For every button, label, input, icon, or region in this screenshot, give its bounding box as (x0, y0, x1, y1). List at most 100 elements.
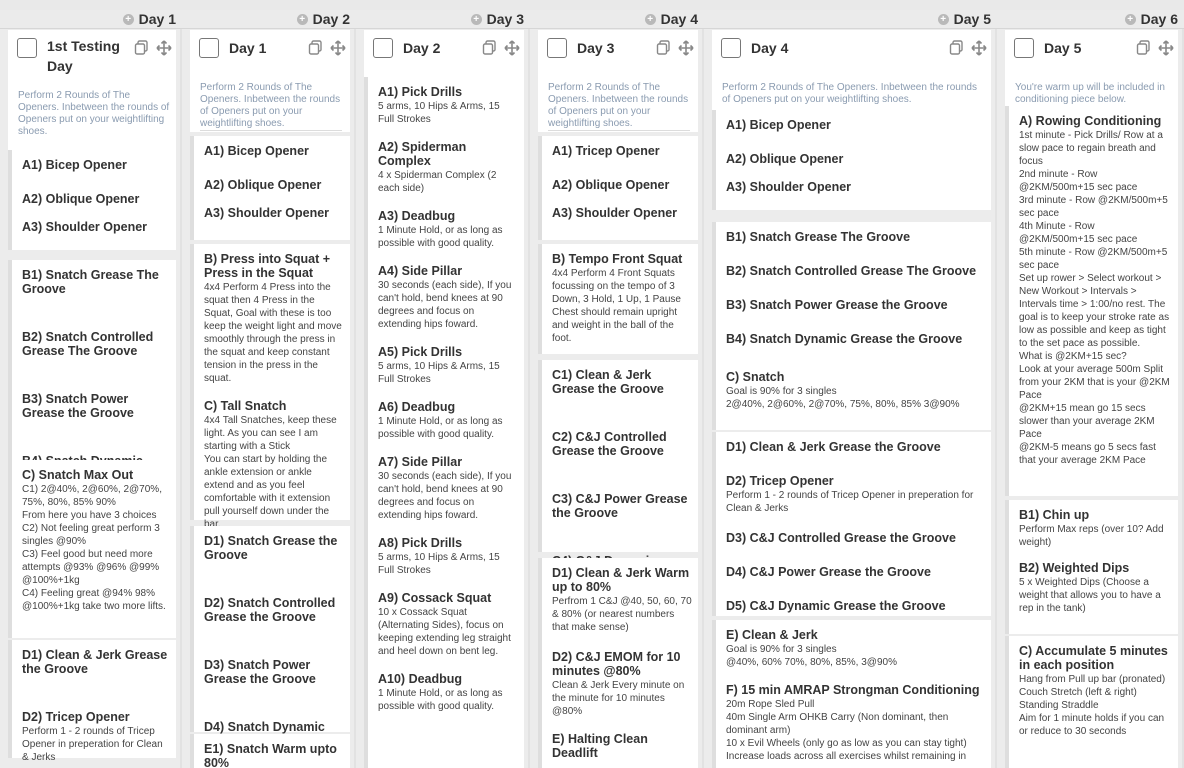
card-title: Day 2 (403, 40, 441, 56)
exercise-item[interactable]: B4) Snatch Dynamic Grease the Groove (726, 332, 985, 346)
exercise-section: E) Clean & Jerk Goal is 90% for 3 singles… (712, 620, 991, 768)
exercise-item[interactable]: A) Rowing Conditioning 1st minute - Pick … (1019, 114, 1172, 467)
exercise-item[interactable]: E) Halting Clean Deadlift (552, 732, 692, 760)
exercise-item[interactable]: D1) Clean & Jerk Grease the Groove (22, 648, 170, 676)
exercise-item[interactable]: A2) Oblique Opener (552, 178, 692, 192)
exercise-item[interactable]: A3) Shoulder Opener (22, 220, 170, 234)
move-icon[interactable] (330, 40, 346, 56)
exercise-item[interactable]: E) Clean & Jerk Goal is 90% for 3 singles… (726, 628, 985, 669)
exercise-item[interactable]: B2) Snatch Controlled Grease The Groove (22, 330, 170, 358)
copy-icon[interactable] (308, 40, 323, 56)
top-bar (0, 0, 1184, 10)
copy-icon[interactable] (656, 40, 671, 56)
exercise-item[interactable]: C1) Clean & Jerk Grease the Groove (552, 368, 692, 396)
plus-circle-icon[interactable]: + (470, 13, 482, 25)
exercise-item[interactable]: A2) Oblique Opener (204, 178, 344, 192)
exercise-details: Clean & Jerk Every minute on the minute … (552, 680, 685, 717)
exercise-name: D1) Snatch Grease the Groove (204, 534, 338, 562)
exercise-item[interactable]: C) Accumulate 5 minutes in each position… (1019, 644, 1172, 738)
move-icon[interactable] (1158, 40, 1174, 56)
exercise-item[interactable]: E1) Snatch Warm upto 80% (204, 742, 344, 768)
exercise-item[interactable]: A6) Deadbug 1 Minute Hold, or as long as … (378, 400, 518, 441)
complete-checkbox[interactable] (17, 38, 37, 58)
exercise-item[interactable]: C2) C&J Controlled Grease the Groove (552, 430, 692, 458)
day-header: + Day 5 (704, 10, 997, 29)
move-icon[interactable] (971, 40, 987, 56)
exercise-item[interactable]: A2) Oblique Opener (726, 152, 985, 166)
exercise-item[interactable]: B1) Chin up Perform Max reps (over 10? Ad… (1019, 508, 1172, 549)
exercise-item[interactable]: A2) Spiderman Complex 4 x Spiderman Compl… (378, 140, 518, 195)
workout-card: Day 1 (190, 30, 350, 82)
exercise-name: A3) Shoulder Opener (552, 206, 678, 220)
day-column: + Day 4 Day 3 Perform 2 Rounds of The Opene… (530, 10, 704, 768)
exercise-item[interactable]: A2) Oblique Opener (22, 192, 170, 206)
exercise-item[interactable]: A1) Bicep Opener (726, 118, 985, 132)
exercise-item[interactable]: C) Tall Snatch 4x4 Tall Snatches, keep th… (204, 399, 344, 531)
plus-circle-icon[interactable]: + (644, 13, 656, 25)
complete-checkbox[interactable] (547, 38, 567, 58)
exercise-item[interactable]: D5) C&J Dynamic Grease the Groove (726, 599, 985, 613)
move-icon[interactable] (156, 40, 172, 56)
exercise-item[interactable]: B1) Snatch Grease The Groove (22, 268, 170, 296)
exercise-item[interactable]: A1) Tricep Opener (552, 144, 692, 158)
exercise-name: A9) Cossack Squat (378, 591, 492, 605)
move-icon[interactable] (678, 40, 694, 56)
plus-circle-icon[interactable]: + (1124, 13, 1136, 25)
exercise-item[interactable]: A1) Pick Drills 5 arms, 10 Hips & Arms, 1… (378, 85, 518, 126)
plus-circle-icon[interactable]: + (937, 13, 949, 25)
exercise-item[interactable]: A1) Bicep Opener (22, 158, 170, 172)
exercise-item[interactable]: B3) Snatch Power Grease the Groove (726, 298, 985, 312)
exercise-item[interactable]: A3) Deadbug 1 Minute Hold, or as long as … (378, 209, 518, 250)
exercise-name: C) Tall Snatch (204, 399, 287, 413)
exercise-item[interactable]: B2) Weighted Dips 5 x Weighted Dips (Choo… (1019, 561, 1172, 615)
exercise-item[interactable]: F) 15 min AMRAP Strongman Conditioning 20… (726, 683, 985, 763)
copy-icon[interactable] (482, 40, 497, 56)
exercise-section: B1) Snatch Grease The Groove B2) Snatch C… (8, 260, 176, 482)
exercise-item[interactable]: A3) Shoulder Opener (204, 206, 344, 220)
exercise-item[interactable]: A5) Pick Drills 5 arms, 10 Hips & Arms, 1… (378, 345, 518, 386)
exercise-item[interactable]: D2) Tricep Opener Perform 1 - 2 rounds of… (22, 710, 170, 764)
exercise-item[interactable]: C) Snatch Goal is 90% for 3 singles 2@40%… (726, 370, 985, 411)
exercise-item[interactable]: D2) Tricep Opener Perform 1 - 2 rounds of… (726, 474, 985, 515)
copy-icon[interactable] (1136, 40, 1151, 56)
complete-checkbox[interactable] (373, 38, 393, 58)
exercise-item[interactable]: C) Snatch Max Out C1) 2@40%, 2@60%, 2@70%… (22, 468, 170, 613)
exercise-item[interactable]: B3) Snatch Power Grease the Groove (22, 392, 170, 420)
exercise-item[interactable]: B2) Snatch Controlled Grease The Groove (726, 264, 985, 278)
day-column: + Day 3 Day 2 A1) Pick Drills 5 arms, 10 Hip… (356, 10, 530, 768)
exercise-item[interactable]: A10) Deadbug 1 Minute Hold, or as long as… (378, 672, 518, 713)
exercise-item[interactable]: B) Press into Squat + Press in the Squat… (204, 252, 344, 385)
exercise-details: 1st minute - Pick Drills/ Row at a slow … (1019, 130, 1170, 466)
exercise-item[interactable]: D3) Snatch Power Grease the Groove (204, 658, 344, 686)
exercise-name: D2) C&J EMOM for 10 minutes @80% (552, 650, 681, 678)
exercise-item[interactable]: D1) Clean & Jerk Grease the Groove (726, 440, 985, 454)
complete-checkbox[interactable] (1014, 38, 1034, 58)
exercise-item[interactable]: A3) Shoulder Opener (726, 180, 985, 194)
exercise-item[interactable]: C3) C&J Power Grease the Groove (552, 492, 692, 520)
plus-circle-icon[interactable]: + (296, 13, 308, 25)
plus-circle-icon[interactable]: + (122, 13, 134, 25)
exercise-item[interactable]: D1) Clean & Jerk Warm up to 80% Perfrom 1… (552, 566, 692, 634)
exercise-item[interactable]: D1) Snatch Grease the Groove (204, 534, 344, 562)
exercise-item[interactable]: A9) Cossack Squat 10 x Cossack Squat (Alt… (378, 591, 518, 658)
exercise-section: B1) Snatch Grease The Groove B2) Snatch C… (712, 222, 991, 430)
exercise-item[interactable]: D3) C&J Controlled Grease the Groove (726, 531, 985, 545)
exercise-name: A10) Deadbug (378, 672, 463, 686)
complete-checkbox[interactable] (199, 38, 219, 58)
copy-icon[interactable] (134, 40, 149, 56)
exercise-item[interactable]: A8) Pick Drills 5 arms, 10 Hips & Arms, 1… (378, 536, 518, 577)
exercise-item[interactable]: A4) Side Pillar 30 seconds (each side), I… (378, 264, 518, 331)
move-icon[interactable] (504, 40, 520, 56)
exercise-item[interactable]: D4) C&J Power Grease the Groove (726, 565, 985, 579)
exercise-item[interactable]: A1) Bicep Opener (204, 144, 344, 158)
exercise-item[interactable]: B1) Snatch Grease The Groove (726, 230, 985, 244)
copy-icon[interactable] (949, 40, 964, 56)
complete-checkbox[interactable] (721, 38, 741, 58)
exercise-item[interactable]: B) Tempo Front Squat 4x4 Perform 4 Front … (552, 252, 692, 345)
exercise-item[interactable]: D2) C&J EMOM for 10 minutes @80% Clean & … (552, 650, 692, 718)
exercise-item[interactable]: D2) Snatch Controlled Grease the Groove (204, 596, 344, 624)
exercise-list: A1) Pick Drills 5 arms, 10 Hips & Arms, 1… (368, 85, 524, 713)
exercise-section: D1) Snatch Grease the Groove D2) Snatch C… (190, 526, 350, 748)
exercise-item[interactable]: A7) Side Pillar 30 seconds (each side), I… (378, 455, 518, 522)
exercise-item[interactable]: A3) Shoulder Opener (552, 206, 692, 220)
